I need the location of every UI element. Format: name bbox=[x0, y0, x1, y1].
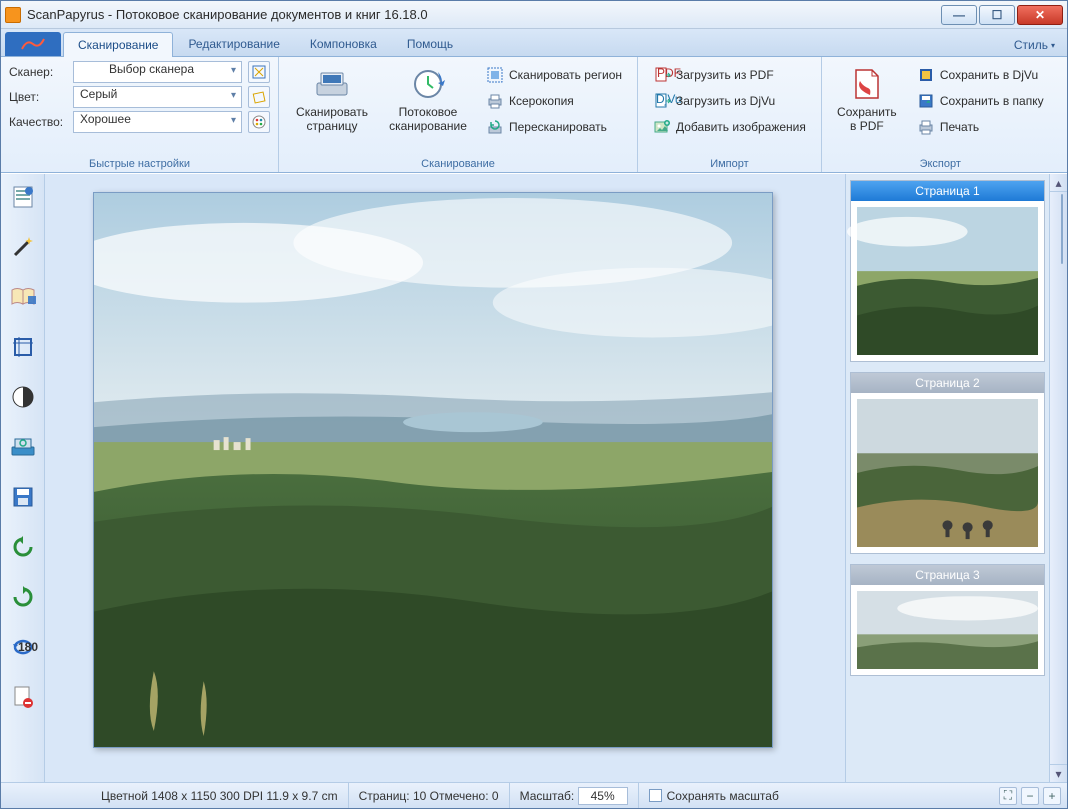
xerox-button[interactable]: Ксерокопия bbox=[479, 89, 629, 113]
clock-arrow-icon bbox=[410, 66, 446, 102]
zoom-value[interactable]: 45% bbox=[578, 787, 628, 805]
tool-profile-icon[interactable] bbox=[8, 182, 38, 212]
canvas-area bbox=[45, 174, 845, 782]
app-menu-button[interactable] bbox=[5, 32, 61, 56]
tool-crop-icon[interactable] bbox=[8, 332, 38, 362]
thumbnail-title: Страница 3 bbox=[851, 565, 1044, 585]
scanner-label: Сканер: bbox=[9, 65, 67, 79]
load-pdf-button[interactable]: PDFЗагрузить из PDF bbox=[646, 63, 813, 87]
color-select[interactable]: Серый bbox=[73, 86, 242, 108]
close-button[interactable]: ✕ bbox=[1017, 5, 1063, 25]
scroll-up-icon[interactable]: ▴ bbox=[1050, 174, 1067, 192]
statusbar: Цветной 1408 x 1150 300 DPI 11.9 x 9.7 c… bbox=[1, 782, 1067, 808]
scanner-icon bbox=[314, 66, 350, 102]
tool-book-icon[interactable] bbox=[8, 282, 38, 312]
tool-scanner-icon[interactable] bbox=[8, 432, 38, 462]
thumbnail-1[interactable]: Страница 1 bbox=[850, 180, 1045, 362]
group-title-import: Импорт bbox=[646, 156, 813, 171]
save-folder-icon bbox=[917, 92, 935, 110]
thumbnail-2[interactable]: Страница 2 bbox=[850, 372, 1045, 554]
status-image-info: Цветной 1408 x 1150 300 DPI 11.9 x 9.7 c… bbox=[91, 783, 348, 808]
print-button[interactable]: Печать bbox=[910, 115, 1051, 139]
djvu-in-icon: DjVu bbox=[653, 92, 671, 110]
thumbnails-scrollbar[interactable]: ▴ ▾ bbox=[1049, 174, 1067, 782]
workspace: 180 bbox=[1, 173, 1067, 782]
thumbnail-3[interactable]: Страница 3 bbox=[850, 564, 1045, 676]
scan-page-button[interactable]: Сканировать страницу bbox=[287, 61, 377, 137]
group-scanning: Сканировать страницу Потоковое сканирова… bbox=[279, 57, 638, 172]
color-label: Цвет: bbox=[9, 90, 67, 104]
tool-contrast-icon[interactable] bbox=[8, 382, 38, 412]
tool-rotate-right-icon[interactable] bbox=[8, 582, 38, 612]
scan-region-button[interactable]: Сканировать регион bbox=[479, 63, 629, 87]
tab-help[interactable]: Помощь bbox=[392, 31, 468, 56]
tab-editing[interactable]: Редактирование bbox=[173, 31, 294, 56]
group-title-export: Экспорт bbox=[830, 156, 1051, 171]
auto-crop-icon[interactable] bbox=[248, 61, 270, 83]
tab-layout[interactable]: Компоновка bbox=[295, 31, 392, 56]
svg-text:180: 180 bbox=[18, 640, 38, 654]
ribbon: Сканер: Выбор сканера Цвет: Серый Качест… bbox=[1, 57, 1067, 173]
minimize-button[interactable]: — bbox=[941, 5, 977, 25]
group-title-scanning: Сканирование bbox=[287, 156, 629, 171]
zoom-out-icon[interactable]: − bbox=[1021, 787, 1039, 805]
scroll-handle[interactable] bbox=[1061, 194, 1063, 264]
batch-scan-button[interactable]: Потоковое сканирование bbox=[383, 61, 473, 137]
zoom-label: Масштаб: bbox=[520, 789, 575, 803]
group-import: PDFЗагрузить из PDF DjVuЗагрузить из DjV… bbox=[638, 57, 822, 172]
printer-icon bbox=[486, 92, 504, 110]
quality-label: Качество: bbox=[9, 115, 67, 129]
scroll-down-icon[interactable]: ▾ bbox=[1050, 764, 1067, 782]
group-title-quick: Быстрые настройки bbox=[9, 156, 270, 171]
titlebar: ScanPapyrus - Потоковое сканирование док… bbox=[1, 1, 1067, 29]
style-dropdown[interactable]: Стиль▾ bbox=[1006, 34, 1063, 56]
thumbnails-panel: Страница 1 Страница 2 Страница 3 bbox=[845, 174, 1049, 782]
status-pages: Страниц: 10 Отмечено: 0 bbox=[348, 783, 509, 808]
status-keep-zoom[interactable]: Сохранять масштаб bbox=[638, 783, 789, 808]
save-folder-button[interactable]: Сохранить в папку bbox=[910, 89, 1051, 113]
group-export: Сохранить в PDF Сохранить в DjVu Сохрани… bbox=[822, 57, 1059, 172]
load-djvu-button[interactable]: DjVuЗагрузить из DjVu bbox=[646, 89, 813, 113]
pdf-in-icon: PDF bbox=[653, 66, 671, 84]
palette-icon[interactable] bbox=[248, 111, 270, 133]
djvu-icon bbox=[917, 66, 935, 84]
save-djvu-button[interactable]: Сохранить в DjVu bbox=[910, 63, 1051, 87]
scanner-select[interactable]: Выбор сканера bbox=[73, 61, 242, 83]
deskew-icon[interactable] bbox=[248, 86, 270, 108]
tool-rotate-180-icon[interactable]: 180 bbox=[8, 632, 38, 662]
zoom-fit-icon[interactable]: ⛶ bbox=[999, 787, 1017, 805]
tool-save-icon[interactable] bbox=[8, 482, 38, 512]
maximize-button[interactable]: ☐ bbox=[979, 5, 1015, 25]
left-toolstrip: 180 bbox=[1, 174, 45, 782]
keep-zoom-checkbox[interactable] bbox=[649, 789, 662, 802]
rescan-button[interactable]: Пересканировать bbox=[479, 115, 629, 139]
window-title: ScanPapyrus - Потоковое сканирование док… bbox=[27, 7, 939, 22]
group-quick-settings: Сканер: Выбор сканера Цвет: Серый Качест… bbox=[1, 57, 279, 172]
add-images-button[interactable]: Добавить изображения bbox=[646, 115, 813, 139]
page-preview[interactable] bbox=[93, 192, 773, 748]
ribbon-tabs: Сканирование Редактирование Компоновка П… bbox=[1, 29, 1067, 57]
zoom-in-icon[interactable]: + bbox=[1043, 787, 1061, 805]
tool-delete-page-icon[interactable] bbox=[8, 682, 38, 712]
region-icon bbox=[486, 66, 504, 84]
tab-scanning[interactable]: Сканирование bbox=[63, 32, 173, 57]
pdf-icon bbox=[849, 66, 885, 102]
thumbnail-title: Страница 2 bbox=[851, 373, 1044, 393]
save-pdf-button[interactable]: Сохранить в PDF bbox=[830, 61, 904, 137]
tool-wand-icon[interactable] bbox=[8, 232, 38, 262]
app-icon bbox=[5, 7, 21, 23]
thumbnail-title: Страница 1 bbox=[851, 181, 1044, 201]
rescan-icon bbox=[486, 118, 504, 136]
add-image-icon bbox=[653, 118, 671, 136]
tool-rotate-left-icon[interactable] bbox=[8, 532, 38, 562]
print-icon bbox=[917, 118, 935, 136]
status-zoom: Масштаб: 45% bbox=[509, 783, 638, 808]
quality-select[interactable]: Хорошее bbox=[73, 111, 242, 133]
